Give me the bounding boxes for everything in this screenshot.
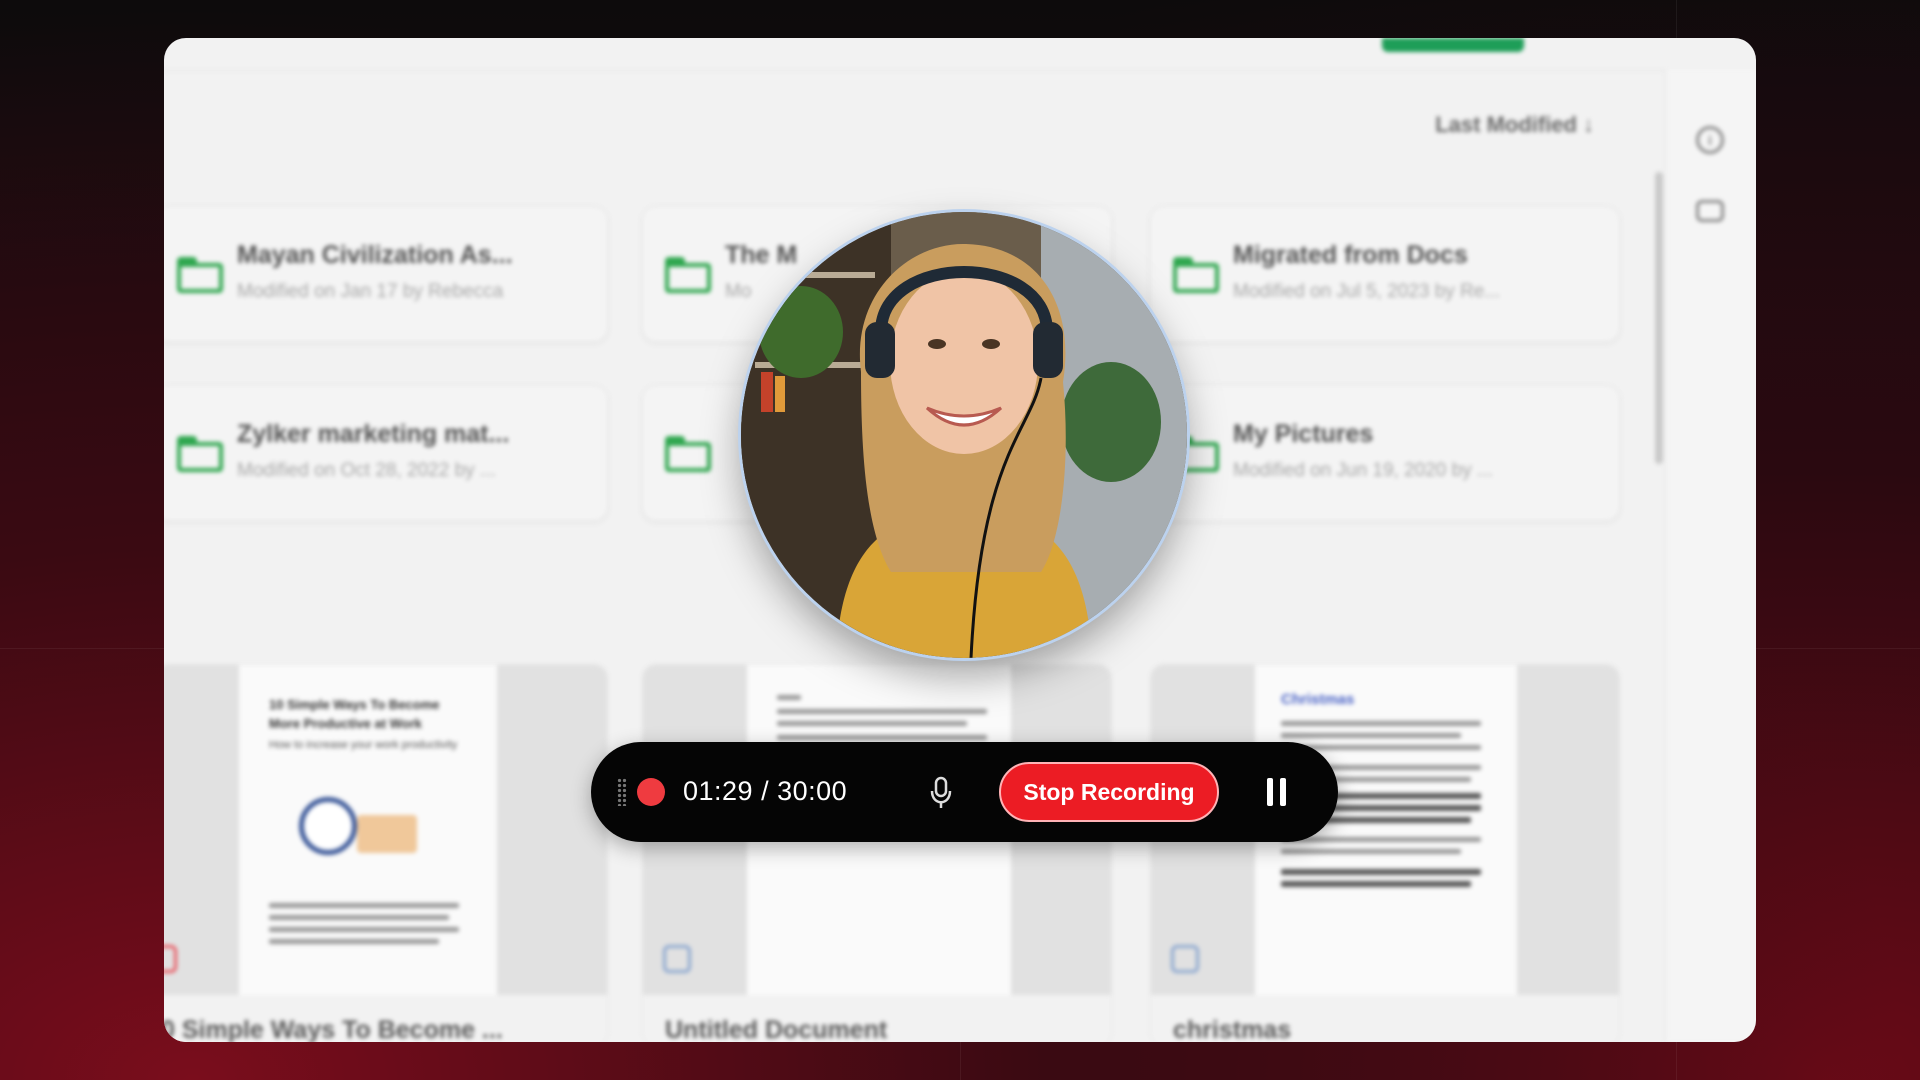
folder-icon	[1173, 257, 1219, 293]
info-icon[interactable]: i	[1696, 126, 1724, 154]
webcam-bubble[interactable]	[741, 212, 1187, 658]
document-name: christmas	[1173, 1016, 1292, 1042]
folder-name: Mayan Civilization As...	[237, 241, 513, 269]
background-line	[960, 1042, 961, 1080]
document-name: 0 Simple Ways To Become ...	[164, 1016, 503, 1042]
recording-toolbar: 01:29 / 30:00 Stop Recording	[591, 742, 1338, 842]
sort-arrow-icon: ↓	[1583, 112, 1594, 137]
thumbnail-heading: 10 Simple Ways To Become More Productive…	[269, 697, 440, 731]
folder-icon	[177, 436, 223, 472]
drag-handle-icon[interactable]	[617, 778, 627, 806]
folder-meta: Modified on Jun 19, 2020 by ...	[1233, 460, 1493, 481]
document-card[interactable]: Christmas christmas	[1150, 664, 1620, 1042]
right-rail: i	[1665, 70, 1756, 1042]
stop-recording-button[interactable]: Stop Recording	[999, 762, 1219, 822]
thumbnail-heading: Christmas	[1281, 691, 1355, 708]
folder-name: Zylker marketing mat...	[237, 420, 510, 448]
document-card[interactable]: Untitled Document	[642, 664, 1112, 1042]
folder-name: Migrated from Docs	[1233, 241, 1468, 269]
primary-action-tab[interactable]	[1382, 38, 1524, 52]
folder-meta: Modified on Jul 5, 2023 by Re...	[1233, 281, 1501, 302]
folder-card[interactable]: Migrated from Docs Modified on Jul 5, 20…	[1150, 206, 1620, 342]
folder-card[interactable]: Mayan Civilization As... Modified on Jan…	[164, 206, 608, 342]
pdf-icon	[164, 945, 177, 973]
scrollbar[interactable]	[1655, 172, 1663, 464]
folder-icon	[177, 257, 223, 293]
desk-illustration	[357, 815, 417, 853]
folder-meta: Modified on Oct 28, 2022 by ...	[237, 460, 496, 481]
thumbnail-subheading: How to increase your work productivity	[269, 739, 458, 751]
folder-meta: Mo	[725, 281, 752, 302]
pause-icon[interactable]	[1267, 778, 1287, 806]
folder-card[interactable]: My Pictures Modified on Jun 19, 2020 by …	[1150, 385, 1620, 521]
webcam-feed	[741, 212, 1187, 658]
document-card[interactable]: 10 Simple Ways To Become More Productive…	[164, 664, 608, 1042]
folder-meta: Modified on Jan 17 by Rebecca	[237, 281, 504, 302]
folder-name: The M	[725, 241, 798, 269]
folder-icon	[665, 257, 711, 293]
microphone-icon[interactable]	[929, 776, 953, 810]
clock-illustration	[299, 797, 357, 855]
document-icon	[1171, 945, 1199, 973]
sort-control[interactable]: Last Modified ↓	[1435, 112, 1594, 138]
record-indicator-icon	[637, 778, 665, 806]
folder-name: My Pictures	[1233, 420, 1374, 448]
folder-card[interactable]: Zylker marketing mat... Modified on Oct …	[164, 385, 608, 521]
document-icon	[663, 945, 691, 973]
folder-icon	[665, 436, 711, 472]
document-name: Untitled Document	[665, 1016, 888, 1042]
comment-icon[interactable]	[1696, 200, 1724, 222]
sort-label: Last Modified	[1435, 112, 1577, 137]
document-thumbnail: 10 Simple Ways To Become More Productive…	[239, 665, 497, 995]
top-bar	[164, 38, 1756, 71]
recording-timer: 01:29 / 30:00	[683, 776, 848, 806]
